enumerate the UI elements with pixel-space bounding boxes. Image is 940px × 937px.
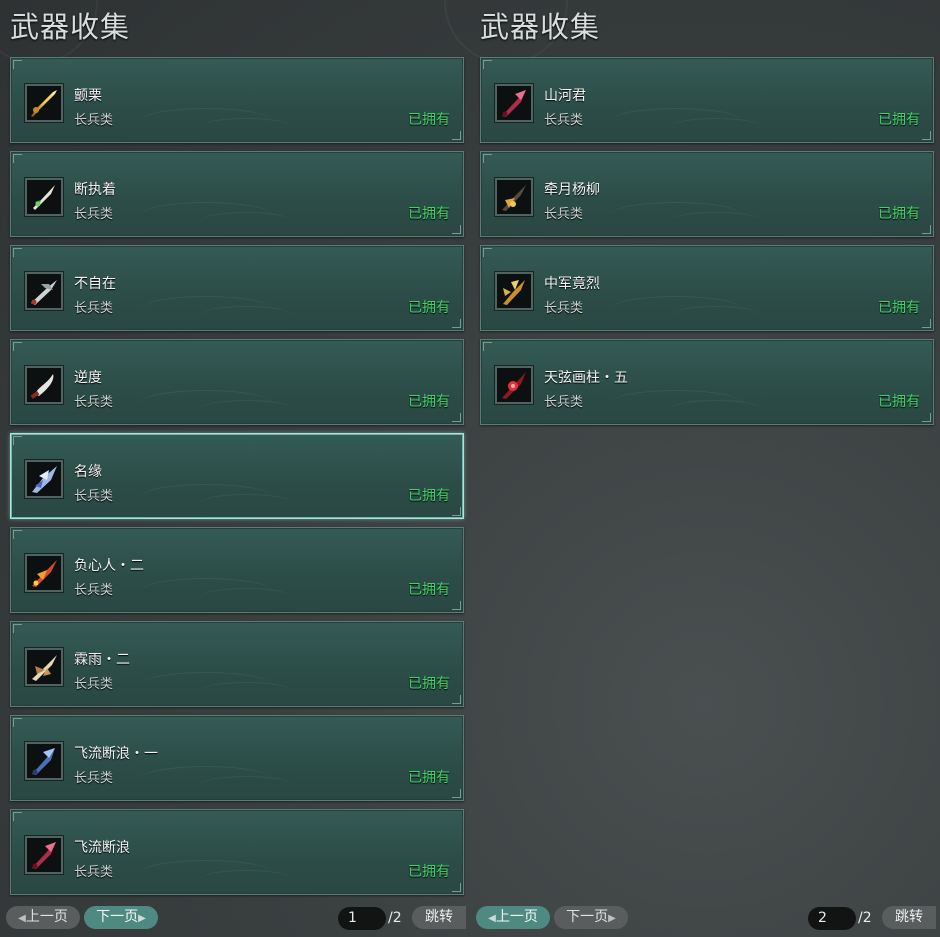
weapon-name: 断执着	[74, 182, 116, 198]
chevron-left-icon: ◀	[488, 913, 496, 924]
chevron-left-icon: ◀	[18, 913, 26, 924]
silver-halberd-icon	[25, 272, 63, 310]
weapon-type: 长兵类	[74, 583, 114, 598]
weapon-name: 中军竟烈	[544, 276, 600, 292]
weapon-card[interactable]: 颤栗 长兵类 已拥有	[10, 57, 464, 143]
page-total: /2	[858, 910, 872, 926]
weapon-type: 长兵类	[74, 395, 114, 410]
weapon-card[interactable]: 断执着 长兵类 已拥有	[10, 151, 464, 237]
jump-button[interactable]: 跳转	[412, 906, 466, 929]
white-green-spear-icon	[25, 178, 63, 216]
weapon-type: 长兵类	[544, 113, 584, 128]
bone-spear-icon	[25, 648, 63, 686]
owned-status: 已拥有	[878, 300, 920, 316]
jump-button[interactable]: 跳转	[882, 906, 936, 929]
weapon-name: 名缘	[74, 464, 102, 480]
owned-status: 已拥有	[878, 112, 920, 128]
weapon-name: 负心人・二	[74, 558, 144, 574]
weapon-card-selected[interactable]: 名缘 长兵类 已拥有	[10, 433, 464, 519]
owned-status: 已拥有	[408, 206, 450, 222]
red-gem-spear-icon	[495, 366, 533, 404]
weapon-type: 长兵类	[74, 865, 114, 880]
next-page-button[interactable]: 下一页▶	[84, 906, 158, 929]
weapon-card[interactable]: 天弦画柱・五 长兵类 已拥有	[480, 339, 934, 425]
weapon-name: 飞流断浪	[74, 840, 130, 856]
weapon-type: 长兵类	[74, 301, 114, 316]
weapon-type: 长兵类	[74, 207, 114, 222]
weapon-card[interactable]: 飞流断浪 长兵类 已拥有	[10, 809, 464, 895]
chevron-right-icon: ▶	[608, 913, 616, 924]
prev-page-button[interactable]: ◀上一页	[6, 906, 80, 929]
owned-status: 已拥有	[408, 300, 450, 316]
blue-crystal-spear-icon	[25, 460, 63, 498]
blue-spear-icon	[25, 742, 63, 780]
owned-status: 已拥有	[408, 864, 450, 880]
weapon-type: 长兵类	[74, 771, 114, 786]
weapon-card[interactable]: 牵月杨柳 长兵类 已拥有	[480, 151, 934, 237]
weapon-name: 牵月杨柳	[544, 182, 600, 198]
weapon-type: 长兵类	[74, 677, 114, 692]
weapon-card[interactable]: 不自在 长兵类 已拥有	[10, 245, 464, 331]
weapon-name: 不自在	[74, 276, 116, 292]
weapon-card[interactable]: 飞流断浪・一 长兵类 已拥有	[10, 715, 464, 801]
prev-page-button[interactable]: ◀上一页	[476, 906, 550, 929]
weapon-name: 天弦画柱・五	[544, 370, 628, 386]
panel-title: 武器收集	[10, 10, 131, 44]
panel-title: 武器收集	[480, 10, 601, 44]
owned-status: 已拥有	[408, 582, 450, 598]
page-total: /2	[388, 910, 402, 926]
weapon-card[interactable]: 山河君 长兵类 已拥有	[480, 57, 934, 143]
owned-status: 已拥有	[408, 488, 450, 504]
weapon-type: 长兵类	[74, 113, 114, 128]
weapon-name: 飞流断浪・一	[74, 746, 158, 762]
red-fire-spear-icon	[25, 554, 63, 592]
weapon-collection-panel-page-1: 武器收集 颤栗 长兵类 已拥有 断执着 长兵类 已拥有 不自在 长兵类 已拥有 …	[0, 0, 466, 937]
page-number-input[interactable]: 2	[808, 907, 856, 930]
weapon-card[interactable]: 中军竟烈 长兵类 已拥有	[480, 245, 934, 331]
weapon-name: 山河君	[544, 88, 586, 104]
dark-gold-spear-icon	[495, 178, 533, 216]
gold-trident-icon	[495, 272, 533, 310]
weapon-collection-panel-page-2: 武器收集 山河君 长兵类 已拥有 牵月杨柳 长兵类 已拥有 中军竟烈 长兵类 已…	[444, 0, 936, 937]
weapon-type: 长兵类	[544, 207, 584, 222]
crimson-spear-icon	[495, 84, 533, 122]
owned-status: 已拥有	[408, 394, 450, 410]
weapon-name: 霖雨・二	[74, 652, 130, 668]
curved-blade-icon	[25, 366, 63, 404]
owned-status: 已拥有	[408, 676, 450, 692]
weapon-list: 颤栗 长兵类 已拥有 断执着 长兵类 已拥有 不自在 长兵类 已拥有 逆度 长兵…	[10, 57, 464, 903]
owned-status: 已拥有	[878, 394, 920, 410]
weapon-card[interactable]: 霖雨・二 长兵类 已拥有	[10, 621, 464, 707]
weapon-type: 长兵类	[74, 489, 114, 504]
weapon-list: 山河君 长兵类 已拥有 牵月杨柳 长兵类 已拥有 中军竟烈 长兵类 已拥有 天弦…	[480, 57, 934, 433]
weapon-card[interactable]: 逆度 长兵类 已拥有	[10, 339, 464, 425]
weapon-name: 颤栗	[74, 88, 102, 104]
next-page-button[interactable]: 下一页▶	[554, 906, 628, 929]
chevron-right-icon: ▶	[138, 913, 146, 924]
owned-status: 已拥有	[408, 770, 450, 786]
weapon-type: 长兵类	[544, 395, 584, 410]
page-number-input[interactable]: 1	[338, 907, 386, 930]
golden-spear-icon	[25, 84, 63, 122]
owned-status: 已拥有	[408, 112, 450, 128]
owned-status: 已拥有	[878, 206, 920, 222]
crimson-spear-icon	[25, 836, 63, 874]
weapon-card[interactable]: 负心人・二 长兵类 已拥有	[10, 527, 464, 613]
weapon-name: 逆度	[74, 370, 102, 386]
weapon-type: 长兵类	[544, 301, 584, 316]
